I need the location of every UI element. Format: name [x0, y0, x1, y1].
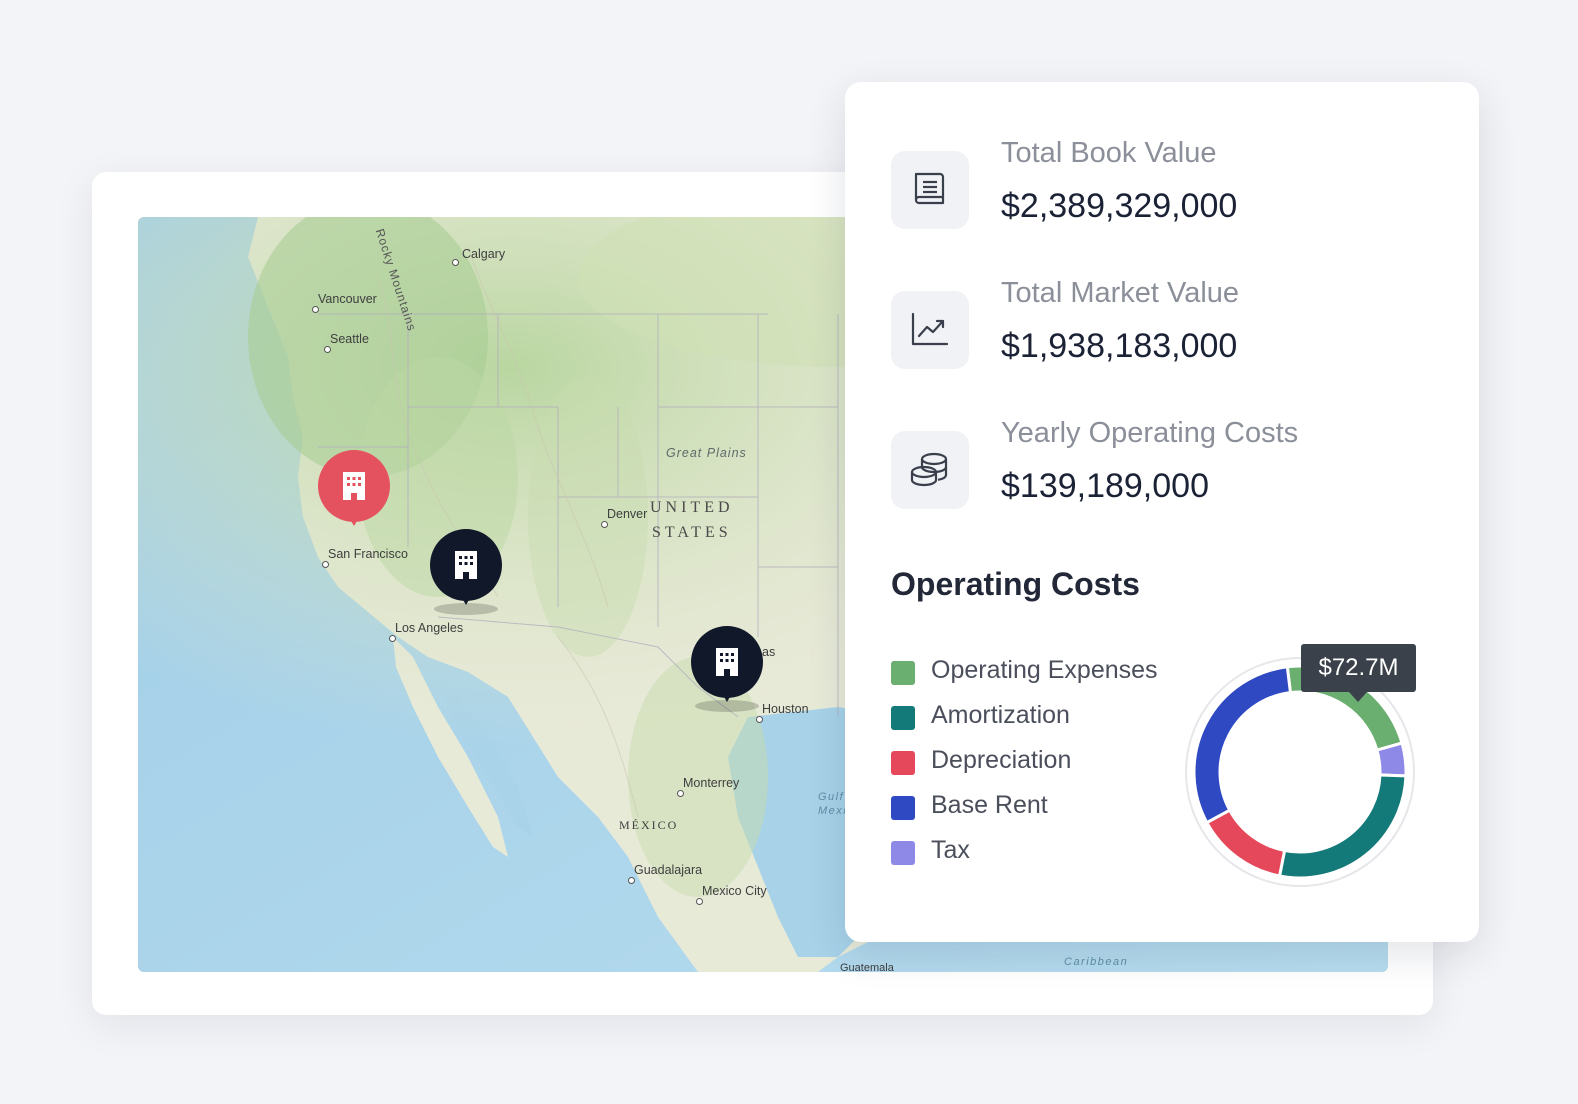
legend-swatch — [891, 661, 915, 685]
stat-icon-box — [891, 291, 969, 369]
stat-label: Total Market Value — [1001, 277, 1240, 309]
map-label-guadalajara: Guadalajara — [627, 863, 703, 884]
chart-legend: Operating Expenses Amortization Deprecia… — [891, 654, 1191, 879]
map-label-seattle: Seattle — [324, 332, 369, 353]
legend-label: Amortization — [931, 701, 1070, 729]
legend-item-operating-expenses[interactable]: Operating Expenses — [891, 654, 1191, 699]
stat-total-market-value: Total Market Value $1,938,183,000 — [891, 277, 1451, 387]
legend-label: Depreciation — [931, 746, 1072, 774]
legend-label: Operating Expenses — [931, 656, 1158, 684]
stat-total-book-value: Total Book Value $2,389,329,000 — [891, 137, 1451, 247]
map-label-dallas: as — [762, 645, 776, 659]
stage: Calgary Vancouver Seattle Rocky Mountain… — [0, 0, 1578, 1104]
pin-head[interactable] — [430, 529, 502, 601]
legend-label: Base Rent — [931, 791, 1048, 819]
coins-icon — [910, 452, 948, 487]
stat-label: Total Book Value — [1001, 137, 1217, 169]
map-label-houston: Houston — [756, 702, 809, 723]
map-label-caribbean: Caribbean — [1064, 956, 1129, 968]
map-pin-dark-nevada[interactable] — [430, 529, 502, 621]
legend-item-amortization[interactable]: Amortization — [891, 699, 1191, 744]
map-label-vancouver: Vancouver — [312, 292, 377, 313]
map-label-guatemala: Guatemala — [840, 962, 894, 972]
book-icon — [914, 172, 945, 205]
legend-swatch — [891, 751, 915, 775]
legend-label: Tax — [931, 836, 970, 864]
pin-head[interactable] — [691, 626, 763, 698]
legend-item-depreciation[interactable]: Depreciation — [891, 744, 1191, 789]
building-icon — [343, 472, 365, 500]
map-label-calgary: Calgary — [451, 247, 506, 266]
stat-value: $2,389,329,000 — [1001, 187, 1238, 225]
chart-up-icon — [911, 312, 949, 346]
donut-svg — [1185, 657, 1415, 887]
map-label-san-francisco: San Francisco — [322, 547, 408, 568]
slice-tax[interactable] — [1375, 741, 1408, 778]
map-label-gulf: Gulf — [818, 791, 845, 803]
map-label-states: STATES — [652, 524, 732, 541]
map-label-los-angeles: Los Angeles — [388, 621, 464, 642]
slice-amortization[interactable] — [1277, 773, 1408, 880]
pin-head[interactable] — [318, 450, 390, 522]
stat-value: $139,189,000 — [1001, 467, 1209, 505]
operating-costs-title: Operating Costs — [891, 566, 1140, 602]
stats-panel: Total Book Value $2,389,329,000 Total Ma… — [845, 82, 1479, 942]
stat-yearly-operating-costs: Yearly Operating Costs $139,189,000 — [891, 417, 1451, 527]
legend-swatch — [891, 796, 915, 820]
stat-label: Yearly Operating Costs — [1001, 417, 1299, 449]
legend-swatch — [891, 706, 915, 730]
legend-swatch — [891, 841, 915, 865]
stat-value: $1,938,183,000 — [1001, 327, 1238, 365]
map-label-denver: Denver — [600, 507, 648, 528]
chart-tooltip: $72.7M — [1301, 644, 1416, 702]
map-label-monterrey: Monterrey — [676, 776, 740, 797]
slice-base-rent[interactable] — [1192, 665, 1293, 825]
map-pin-dark-texas[interactable] — [691, 626, 763, 718]
map-label-united: UNITED — [650, 499, 734, 516]
slice-depreciation[interactable] — [1204, 808, 1287, 878]
legend-item-tax[interactable]: Tax — [891, 834, 1191, 879]
donut-chart[interactable] — [1185, 657, 1425, 897]
map-label-great-plains: Great Plains — [666, 446, 747, 460]
map-label-mexico-city: Mexico City — [696, 884, 767, 905]
map-pin-red[interactable] — [318, 450, 390, 542]
legend-item-base-rent[interactable]: Base Rent — [891, 789, 1191, 834]
building-icon — [716, 648, 738, 676]
map-label-mexico: MÉXICO — [619, 818, 679, 832]
stat-icon-box — [891, 151, 969, 229]
stat-icon-box — [891, 431, 969, 509]
building-icon — [455, 551, 477, 579]
map-label-gulf-mexico: Mexi — [818, 805, 848, 817]
